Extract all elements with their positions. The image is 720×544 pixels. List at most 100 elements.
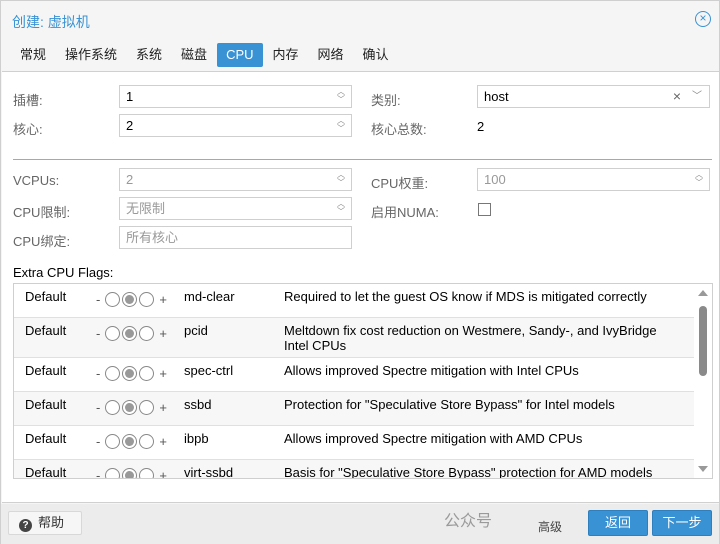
flag-description: Required to let the guest OS know if MDS… <box>284 289 647 304</box>
clear-icon[interactable]: × <box>673 86 681 107</box>
scroll-thumb[interactable] <box>699 306 707 376</box>
help-label: 帮助 <box>38 515 65 530</box>
plus-sign: + <box>159 326 167 341</box>
plus-sign: + <box>159 434 167 449</box>
help-button[interactable]: ? 帮助 <box>8 511 82 535</box>
cpu-affinity-label: CPU绑定: <box>13 234 71 249</box>
chevron-down-icon[interactable]: ﹀ <box>692 86 702 107</box>
advanced-label[interactable]: 高级 <box>538 518 562 535</box>
extra-cpu-flags-label: Extra CPU Flags: <box>13 265 114 280</box>
flag-toggle: - + <box>92 292 171 307</box>
spin-down-icon[interactable]: ﹀ <box>336 208 346 216</box>
scroll-up-icon[interactable] <box>698 290 708 296</box>
type-label: 类别: <box>371 93 401 108</box>
flag-state: Default <box>25 323 67 338</box>
dialog-footer: ? 帮助 高级 返回 下一步 <box>1 504 719 544</box>
table-row: Default - + ibpb Allows improved Spectre… <box>14 426 694 460</box>
radio-off[interactable] <box>105 434 121 449</box>
close-icon[interactable]: × <box>695 11 711 27</box>
spin-down-icon[interactable]: ﹀ <box>336 179 346 187</box>
radio-default[interactable] <box>122 400 138 415</box>
type-value: host <box>484 89 509 104</box>
cpu-affinity-input[interactable]: 所有核心 <box>119 226 352 249</box>
cpu-limit-spinner[interactable]: ︿ ﹀ <box>336 200 346 217</box>
dialog-title: 创建: 虚拟机 <box>12 14 90 30</box>
scroll-down-icon[interactable] <box>698 466 708 472</box>
vcpus-spinner[interactable]: ︿ ﹀ <box>336 171 346 188</box>
tab-confirm[interactable]: 确认 <box>354 43 398 67</box>
sockets-label: 插槽: <box>13 93 43 108</box>
next-button[interactable]: 下一步 <box>652 510 712 536</box>
cpu-flags-grid: Default - + md-clear Required to let the… <box>13 283 713 479</box>
vcpus-input[interactable]: 2 ︿ ﹀ <box>119 168 352 191</box>
section-divider <box>13 159 712 160</box>
sockets-spinner[interactable]: ︿ ﹀ <box>336 88 346 105</box>
radio-off[interactable] <box>105 326 121 341</box>
flag-state: Default <box>25 465 67 479</box>
total-cores-value: 2 <box>477 119 485 134</box>
tab-disk[interactable]: 磁盘 <box>172 43 216 67</box>
flag-name: pcid <box>184 323 208 338</box>
flag-toggle: - + <box>92 468 171 479</box>
minus-sign: - <box>96 292 101 307</box>
sockets-input[interactable]: 1 ︿ ﹀ <box>119 85 352 108</box>
radio-default[interactable] <box>122 366 138 381</box>
radio-default[interactable] <box>122 326 138 341</box>
flag-state: Default <box>25 431 67 446</box>
flag-toggle: - + <box>92 400 171 415</box>
numa-checkbox[interactable] <box>478 203 491 216</box>
radio-off[interactable] <box>105 292 121 307</box>
radio-default[interactable] <box>122 468 138 478</box>
cpu-limit-input[interactable]: 无限制 ︿ ﹀ <box>119 197 352 220</box>
radio-on[interactable] <box>139 366 155 381</box>
tab-general[interactable]: 常规 <box>11 43 55 67</box>
radio-on[interactable] <box>139 326 155 341</box>
flag-name: ssbd <box>184 397 212 412</box>
sockets-value: 1 <box>126 89 134 104</box>
cores-label: 核心: <box>13 122 43 137</box>
plus-sign: + <box>159 366 167 381</box>
flag-state: Default <box>25 397 67 412</box>
tab-network[interactable]: 网络 <box>309 43 353 67</box>
radio-off[interactable] <box>105 366 121 381</box>
cores-spinner[interactable]: ︿ ﹀ <box>336 117 346 134</box>
type-select[interactable]: host × ﹀ <box>477 85 710 108</box>
minus-sign: - <box>96 400 101 415</box>
cpu-panel: 插槽: 1 ︿ ﹀ 核心: 2 ︿ ﹀ 类别: host × ﹀ 核心总数: 2 V… <box>2 71 719 503</box>
grid-scrollbar[interactable] <box>694 284 712 478</box>
minus-sign: - <box>96 468 101 479</box>
table-row: Default - + ssbd Protection for "Specula… <box>14 392 694 426</box>
spin-down-icon[interactable]: ﹀ <box>336 96 346 104</box>
spin-down-icon[interactable]: ﹀ <box>336 125 346 133</box>
cpu-units-value: 100 <box>484 172 506 187</box>
minus-sign: - <box>96 366 101 381</box>
total-cores-label: 核心总数: <box>371 122 427 137</box>
cpu-units-input[interactable]: 100 ︿ ﹀ <box>477 168 710 191</box>
radio-on[interactable] <box>139 292 155 307</box>
radio-on[interactable] <box>139 468 155 478</box>
flag-name: virt-ssbd <box>184 465 234 479</box>
radio-default[interactable] <box>122 292 138 307</box>
tab-memory[interactable]: 内存 <box>264 43 308 67</box>
flag-toggle: - + <box>92 366 171 381</box>
tab-os[interactable]: 操作系统 <box>56 43 126 67</box>
radio-off[interactable] <box>105 468 121 478</box>
radio-on[interactable] <box>139 434 155 449</box>
flag-toggle: - + <box>92 434 171 449</box>
create-vm-dialog: 创建: 虚拟机 × 常规 操作系统 系统 磁盘 CPU 内存 网络 确认 插槽:… <box>0 0 720 544</box>
back-button[interactable]: 返回 <box>588 510 648 536</box>
cpu-affinity-placeholder: 所有核心 <box>126 230 179 245</box>
radio-default[interactable] <box>122 434 138 449</box>
cores-value: 2 <box>126 118 134 133</box>
cpu-units-spinner[interactable]: ︿ ﹀ <box>694 171 704 188</box>
cores-input[interactable]: 2 ︿ ﹀ <box>119 114 352 137</box>
tab-cpu[interactable]: CPU <box>217 43 263 67</box>
spin-down-icon[interactable]: ﹀ <box>694 179 704 187</box>
radio-on[interactable] <box>139 400 155 415</box>
flag-toggle: - + <box>92 326 171 341</box>
table-row: Default - + virt-ssbd Basis for "Specula… <box>14 460 694 479</box>
flag-description: Basis for "Speculative Store Bypass" pro… <box>284 465 653 479</box>
radio-off[interactable] <box>105 400 121 415</box>
flag-state: Default <box>25 289 67 304</box>
tab-system[interactable]: 系统 <box>127 43 171 67</box>
